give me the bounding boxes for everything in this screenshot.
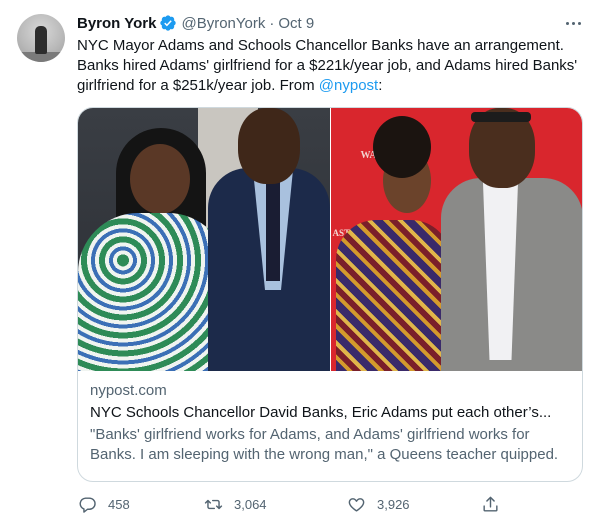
card-description: "Banks' girlfriend works for Adams, and … — [90, 425, 572, 465]
person-dress — [335, 220, 451, 371]
author-avatar[interactable] — [17, 14, 65, 62]
verified-badge-icon — [160, 15, 177, 31]
person-head — [238, 108, 300, 184]
card-image[interactable]: WASH ASTON — [78, 108, 582, 371]
share-icon — [483, 496, 498, 512]
tweet-actions: 458 3,064 3,926 — [77, 494, 583, 514]
mention-link[interactable]: @nypost — [319, 77, 378, 94]
tweet[interactable]: Byron York @ByronYork · Oct 9 NYC Mayor … — [0, 0, 598, 524]
card-title: NYC Schools Chancellor David Banks, Eric… — [90, 404, 552, 421]
card-description-line: "Banks' girlfriend works for Adams, and … — [90, 426, 530, 443]
card-description-line: Banks. I am sleeping with the wrong man,… — [90, 446, 559, 463]
tweet-text: NYC Mayor Adams and Schools Chancellor B… — [77, 36, 587, 96]
tweet-header: Byron York @ByronYork · Oct 9 — [77, 13, 314, 33]
share-button[interactable] — [481, 494, 500, 514]
retweet-icon — [204, 499, 223, 509]
tweet-text-line3-prefix: girlfriend for a $251k/year job. From — [77, 77, 319, 94]
author-handle[interactable]: @ByronYork — [181, 15, 265, 32]
tweet-text-line: NYC Mayor Adams and Schools Chancellor B… — [77, 37, 564, 54]
card-meta: nypost.com NYC Schools Chancellor David … — [90, 381, 572, 465]
person-dress — [78, 213, 228, 371]
tweet-timestamp[interactable]: Oct 9 — [278, 15, 314, 32]
header-separator: · — [269, 14, 275, 32]
person-face — [130, 144, 190, 214]
retweet-count: 3,064 — [234, 496, 267, 512]
person-hair — [372, 116, 431, 178]
photo-left — [78, 108, 330, 371]
heart-icon — [348, 497, 365, 512]
tweet-text-line3-suffix: : — [378, 77, 383, 94]
card-domain: nypost.com — [90, 382, 167, 399]
like-button[interactable]: 3,926 — [347, 494, 410, 514]
author-name[interactable]: Byron York — [77, 15, 156, 32]
person-glasses — [470, 112, 531, 122]
avatar-figure — [35, 26, 47, 54]
photo-right: WASH ASTON — [330, 108, 582, 371]
more-icon[interactable] — [562, 13, 584, 33]
tweet-text-line: girlfriend for a $251k/year job. From @n… — [77, 76, 587, 96]
reply-icon — [79, 496, 96, 513]
link-card[interactable]: WASH ASTON nypost.com NYC Schools Chance… — [77, 107, 583, 482]
like-count: 3,926 — [377, 496, 410, 512]
person-tie — [266, 176, 280, 281]
tweet-text-line: Banks hired Adams' girlfriend for a $221… — [77, 57, 578, 74]
reply-button[interactable]: 458 — [78, 494, 130, 514]
reply-count: 458 — [108, 496, 130, 512]
retweet-button[interactable]: 3,064 — [204, 494, 267, 514]
